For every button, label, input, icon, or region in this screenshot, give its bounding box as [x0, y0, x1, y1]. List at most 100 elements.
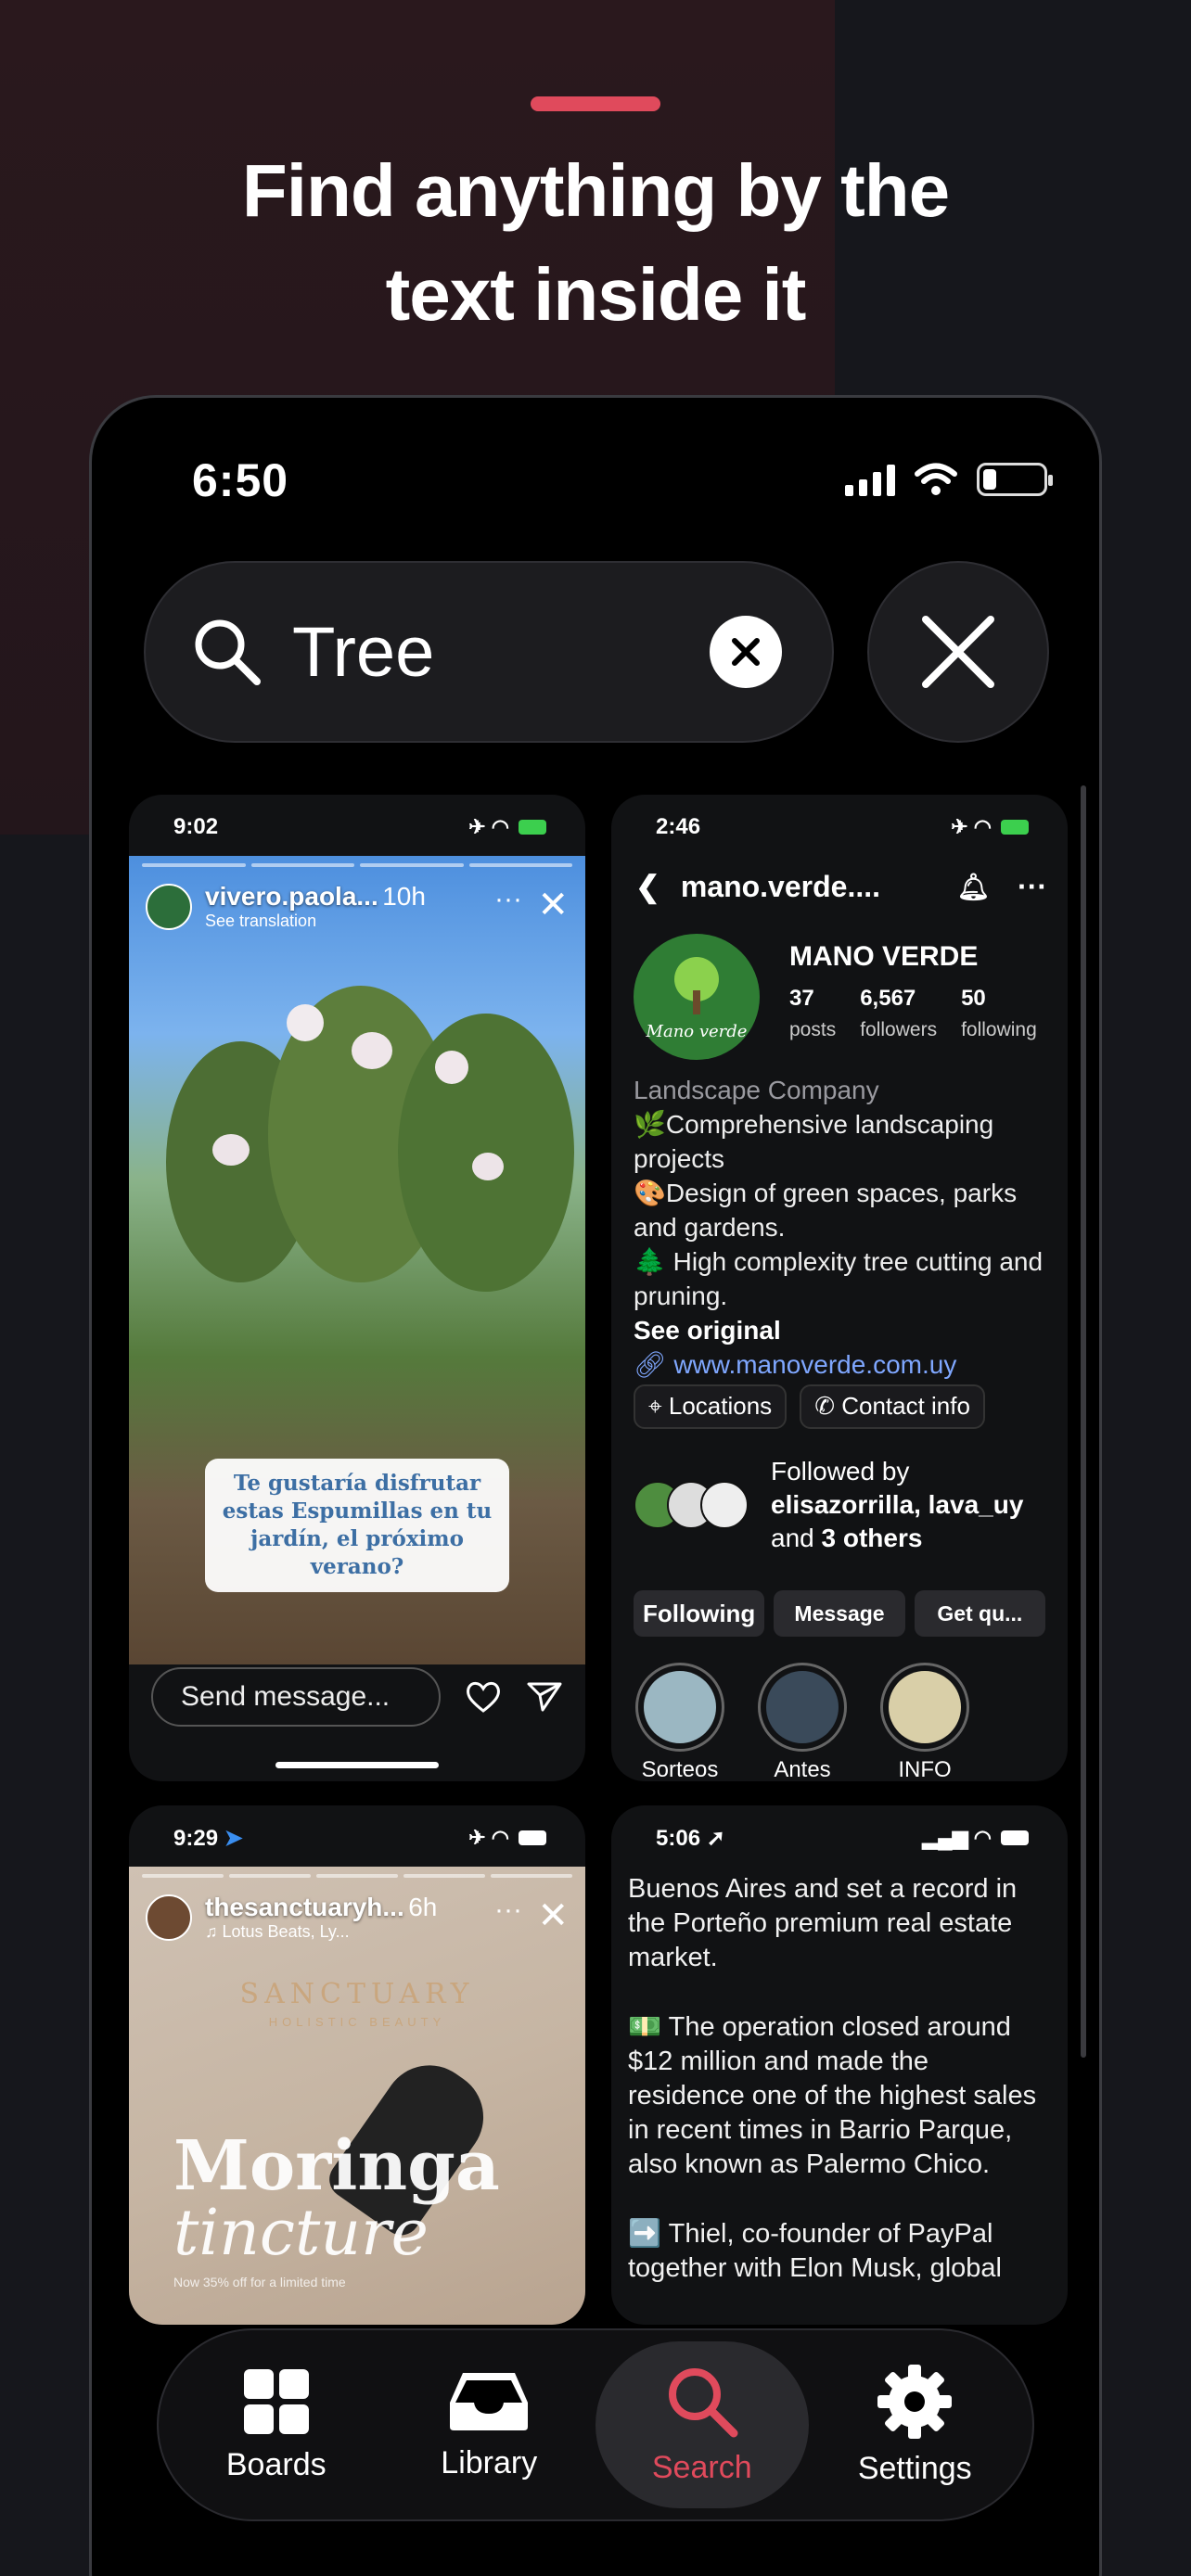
story-age: 6h: [408, 1893, 438, 1921]
card-status-bar: 9:02 ✈ ◠: [129, 795, 585, 860]
story-username[interactable]: vivero.paola...: [205, 882, 378, 911]
accent-dash: [531, 96, 660, 111]
tab-boards[interactable]: Boards: [170, 2341, 383, 2508]
more-icon[interactable]: ···: [494, 884, 522, 915]
close-story-icon[interactable]: ✕: [537, 1894, 569, 1937]
stat-posts[interactable]: 37 posts: [789, 986, 836, 1041]
back-icon[interactable]: ❮: [635, 869, 660, 904]
profile-handle: mano.verde....: [680, 869, 880, 903]
story-subtitle[interactable]: See translation: [205, 912, 426, 931]
card-status-icons: ✈ ◠: [468, 815, 546, 839]
tab-label: Search: [651, 2449, 752, 2485]
story-title-1: Moringa: [173, 2126, 500, 2206]
article-paragraph: ➡️ Thiel, co-founder of PayPal together …: [628, 2219, 1002, 2283]
avatar[interactable]: [146, 1894, 192, 1941]
story-progress: [142, 863, 572, 867]
result-card-profile-manoverde[interactable]: 2:46 ✈ ◠ ❮ mano.verde.... 🔔︎ ··· Mano ve…: [611, 795, 1068, 1781]
search-input[interactable]: Tree: [292, 612, 710, 693]
search-icon: [668, 2367, 738, 2437]
followed-by[interactable]: Followed by elisazorrilla, lava_uy and 3…: [634, 1455, 1049, 1555]
article-paragraph: 💵 The operation closed around $12 millio…: [628, 2012, 1037, 2179]
headline-line-2: text inside it: [385, 253, 807, 336]
story-age: 10h: [382, 882, 426, 911]
tab-settings[interactable]: Settings: [809, 2341, 1022, 2508]
clear-icon: [732, 638, 760, 666]
story-username[interactable]: thesanctuaryh...: [205, 1893, 404, 1921]
close-story-icon[interactable]: ✕: [537, 884, 569, 926]
article-paragraph: Buenos Aires and set a record in the Por…: [628, 1874, 1018, 1972]
avatar[interactable]: [146, 883, 192, 930]
story-photo: thesanctuaryh... 6h ♫ Lotus Beats, Ly...…: [129, 1867, 585, 2325]
stat-following[interactable]: 50 following: [961, 986, 1037, 1041]
card-status-time: 5:06 ➚: [656, 1825, 725, 1851]
get-quote-button[interactable]: Get qu...: [914, 1590, 1045, 1637]
battery-icon: [977, 463, 1053, 496]
card-status-bar: 2:46 ✈ ◠: [611, 795, 1068, 860]
highlight-info[interactable]: INFO: [878, 1663, 971, 1781]
tab-search[interactable]: Search: [596, 2341, 809, 2508]
search-icon: [195, 619, 261, 685]
article-text: Buenos Aires and set a record in the Por…: [628, 1872, 1040, 2321]
heart-icon[interactable]: [465, 1680, 502, 1714]
close-search-button[interactable]: [867, 561, 1049, 743]
profile-category: Landscape Company: [634, 1076, 879, 1104]
story-header: vivero.paola... 10h See translation: [146, 882, 426, 931]
more-icon[interactable]: ···: [1018, 870, 1047, 904]
grid-icon: [243, 2368, 309, 2434]
card-status-time: 2:46: [656, 814, 701, 839]
story-audio[interactable]: ♫ Lotus Beats, Ly...: [205, 1922, 437, 1942]
following-button[interactable]: Following: [634, 1590, 765, 1637]
card-status-time: 9:29 ➤: [173, 1825, 243, 1851]
profile-avatar[interactable]: Mano verde: [634, 934, 760, 1060]
profile-name: MANO VERDE: [789, 941, 979, 972]
locations-chip[interactable]: ⌖ Locations: [634, 1384, 788, 1429]
profile-nav: ❮ mano.verde.... 🔔︎ ···: [635, 869, 1047, 904]
result-card-story-sanctuary[interactable]: 9:29 ➤ ✈ ◠ thesanctuaryh... 6h ♫ Lotus B…: [129, 1805, 585, 2325]
close-icon: [922, 616, 994, 688]
results-scrollbar[interactable]: [1081, 785, 1086, 2058]
send-icon[interactable]: [526, 1680, 563, 1714]
phone-frame: 6:50 Tree 9:02 ✈ ◠ vivero.paola... 10h S…: [89, 395, 1102, 2576]
wifi-icon: [915, 463, 957, 495]
stat-followers[interactable]: 6,567 followers: [860, 986, 937, 1041]
story-highlights: Sorteos Antes V... INFO: [634, 1663, 971, 1781]
send-message-input[interactable]: Send message...: [151, 1667, 441, 1727]
cellular-signal-icon: [845, 463, 895, 496]
profile-bio: Landscape Company 🌿Comprehensive landsca…: [634, 1073, 1047, 1382]
result-card-article[interactable]: 5:06 ➚ ▂▄▆ ◠ Buenos Aires and set a reco…: [611, 1805, 1068, 2325]
bio-line: 🌿Comprehensive landscaping projects: [634, 1110, 994, 1173]
clear-search-button[interactable]: [710, 616, 782, 688]
contact-info-chip[interactable]: ✆ Contact info: [800, 1384, 985, 1429]
bell-icon[interactable]: 🔔︎: [956, 872, 990, 902]
card-status-bar: 9:29 ➤ ✈ ◠: [129, 1805, 585, 1870]
card-status-bar: 5:06 ➚ ▂▄▆ ◠: [611, 1805, 1068, 1870]
story-progress: [142, 1874, 572, 1878]
tree-logo-icon: [674, 956, 719, 1014]
highlight-antes[interactable]: Antes V...: [756, 1663, 849, 1781]
bottom-tab-bar: Boards Library Search Settings: [157, 2328, 1034, 2521]
profile-stats: MANO VERDE 37 posts 6,567 followers 50 foll…: [789, 934, 1037, 1060]
highlight-sorteos[interactable]: Sorteos: [634, 1663, 726, 1781]
home-indicator: [275, 1762, 439, 1768]
search-bar[interactable]: Tree: [144, 561, 834, 743]
followed-by-text: Followed by elisazorrilla, lava_uy and 3…: [771, 1457, 1024, 1552]
follower-avatars: [634, 1481, 749, 1529]
tab-label: Library: [441, 2444, 538, 2480]
more-icon[interactable]: ···: [494, 1894, 522, 1926]
link-icon: 🔗︎: [634, 1350, 674, 1379]
see-original-link[interactable]: See original: [634, 1313, 1047, 1347]
send-message-row: Send message...: [151, 1666, 567, 1728]
message-button[interactable]: Message: [774, 1590, 905, 1637]
story-title-2: tincture: [173, 2197, 429, 2270]
website-link[interactable]: 🔗︎ www.manoverde.com.uy: [634, 1347, 1047, 1382]
headline: Find anything by the text inside it: [0, 139, 1191, 347]
card-status-icons: ▂▄▆ ◠: [922, 1826, 1029, 1850]
bio-line: 🎨Design of green spaces, parks and garde…: [634, 1179, 1018, 1242]
card-status-time: 9:02: [173, 814, 219, 839]
result-card-story-vivero[interactable]: 9:02 ✈ ◠ vivero.paola... 10h See transla…: [129, 795, 585, 1781]
brand-logo: SANCTUARY: [239, 1978, 475, 2010]
story-fine-print: Now 35% off for a limited time: [173, 2275, 346, 2289]
tab-label: Settings: [857, 2450, 972, 2486]
tab-library[interactable]: Library: [383, 2341, 596, 2508]
card-status-icons: ✈ ◠: [468, 1826, 546, 1850]
